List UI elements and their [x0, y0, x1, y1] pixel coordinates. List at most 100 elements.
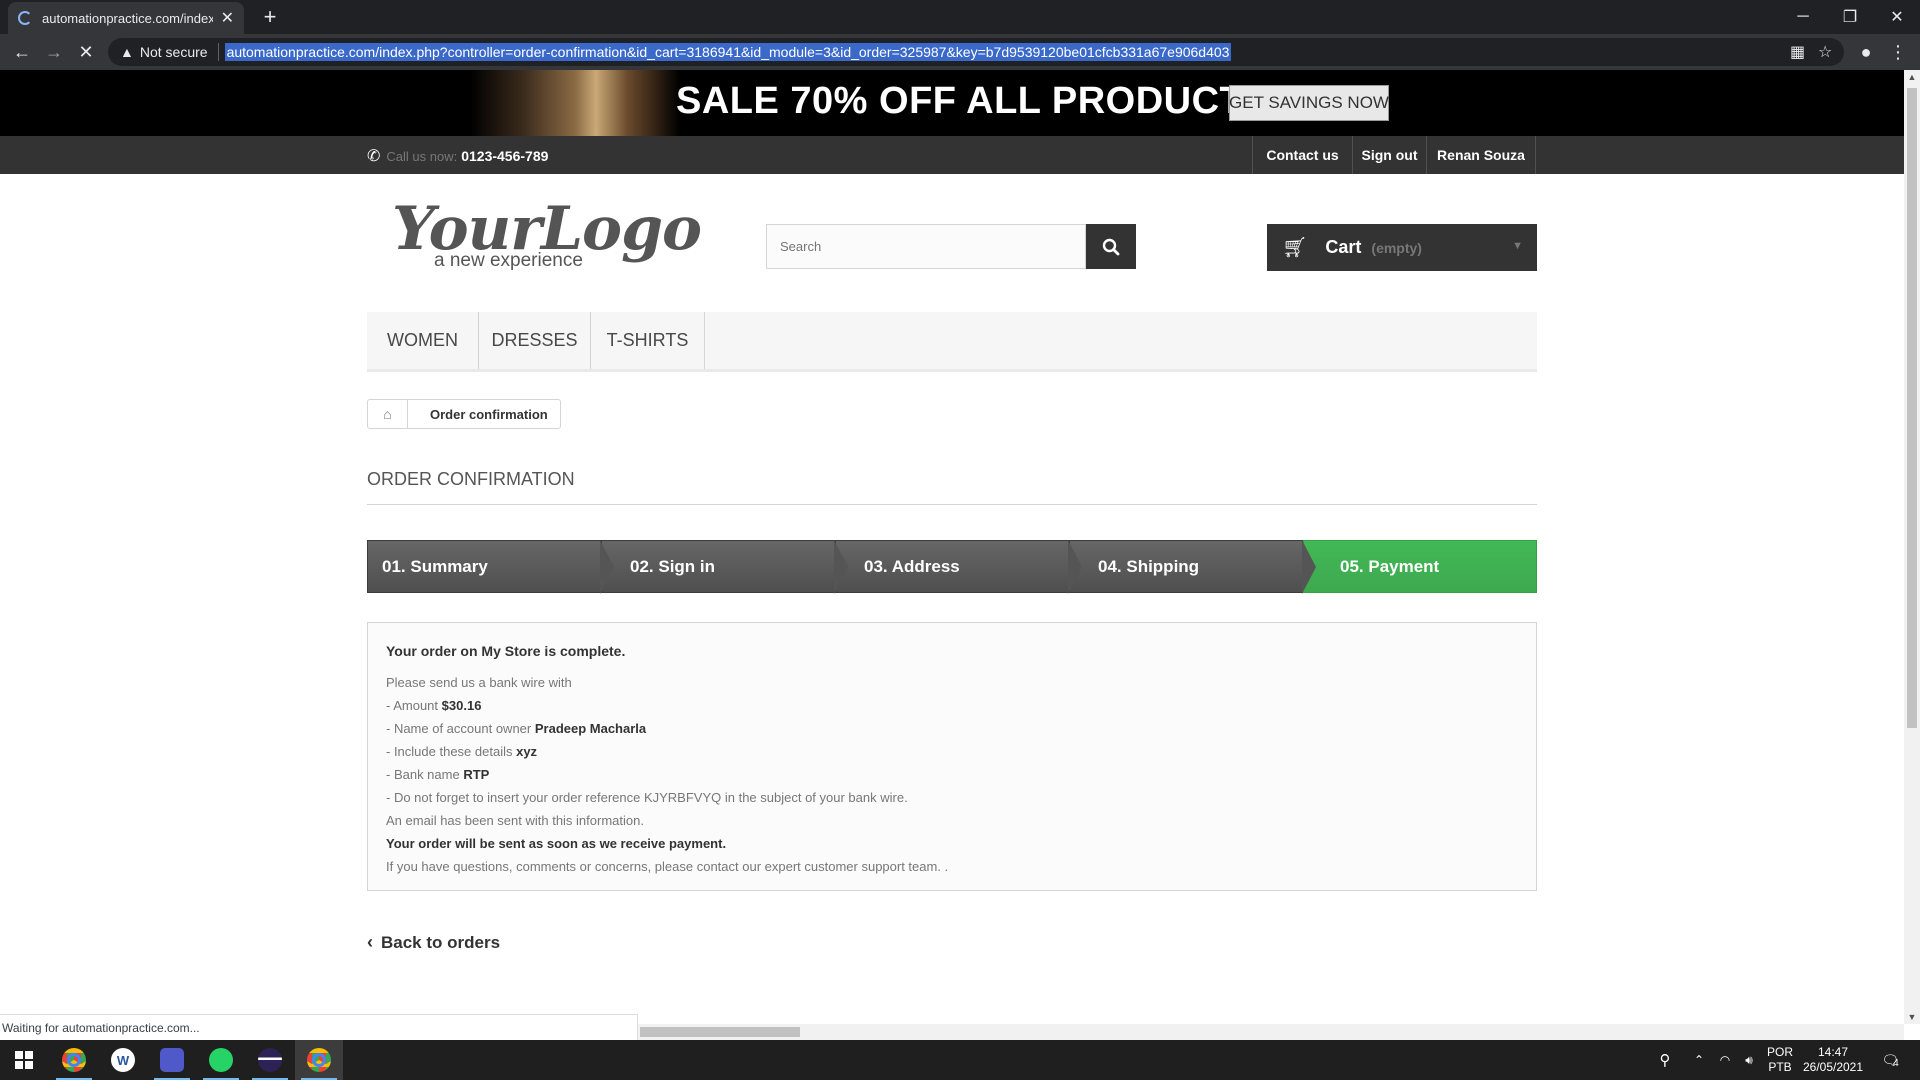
status-bubble: Waiting for automationpractice.com... — [0, 1014, 638, 1040]
reference-note: - Do not forget to insert your order ref… — [386, 790, 908, 805]
minimize-icon[interactable]: ─ — [1780, 0, 1826, 34]
eclipse-taskbar-icon[interactable] — [246, 1040, 294, 1080]
cart-state: (empty) — [1371, 239, 1422, 256]
close-window-icon[interactable]: ✕ — [1874, 0, 1920, 34]
step-label: 01. Summary — [382, 556, 488, 576]
step-shipping[interactable]: 04. Shipping — [1069, 540, 1316, 594]
bank-value: RTP — [463, 767, 490, 782]
store-logo[interactable]: YourLogo a new experience — [392, 194, 702, 284]
teams-taskbar-icon[interactable] — [148, 1040, 196, 1080]
owner-line: - Name of account owner Pradeep Macharla — [386, 717, 1518, 740]
search-box — [766, 224, 1086, 269]
amount-label: - Amount — [386, 698, 439, 713]
whatsapp-icon — [209, 1048, 233, 1072]
restore-icon[interactable]: ❐ — [1827, 0, 1873, 34]
windows-taskbar: W ⚲ ⌃ ◠ 🔊︎ POR PTB 14:47 26/05/2021 🗨︎ 4 — [0, 1040, 1920, 1080]
chrome-icon — [62, 1048, 86, 1072]
menu-item-dresses[interactable]: DRESSES — [479, 312, 591, 369]
browser-menu-icon[interactable]: ⋮ — [1886, 40, 1910, 64]
keyboard-layout: PTB — [1768, 1060, 1792, 1074]
step-arrow — [1068, 540, 1082, 594]
chrome-taskbar-icon[interactable] — [50, 1040, 98, 1080]
step-label: 04. Shipping — [1098, 556, 1200, 576]
sign-out-link[interactable]: Sign out — [1352, 136, 1426, 174]
details-line: - Include these details xyz — [386, 740, 1518, 763]
scroll-down-icon[interactable]: ▼ — [1904, 1012, 1920, 1022]
owner-label: - Name of account owner — [386, 721, 532, 736]
browser-toolbar: ← → ✕ ▲ Not secure automationpractice.co… — [0, 34, 1920, 70]
breadcrumb: ⌂ Order confirmation — [367, 399, 561, 429]
bookmark-star-icon[interactable]: ☆ — [1818, 42, 1832, 62]
step-sign-in[interactable]: 02. Sign in — [601, 540, 848, 594]
vertical-scrollbar[interactable]: ▲ ▼ — [1904, 70, 1920, 1024]
step-arrow — [1302, 540, 1316, 594]
bank-label: - Bank name — [386, 767, 460, 782]
scroll-up-icon[interactable]: ▲ — [1904, 72, 1920, 82]
word-taskbar-icon[interactable]: W — [99, 1040, 147, 1080]
notification-count: 4 — [1893, 1057, 1899, 1069]
address-bar[interactable]: ▲ Not secure automationpractice.com/inde… — [108, 38, 1844, 66]
new-tab-button[interactable]: + — [258, 4, 282, 30]
get-savings-button[interactable]: GET SAVINGS NOW — [1229, 85, 1389, 121]
teams-icon — [160, 1048, 184, 1072]
volume-icon[interactable]: 🔊︎ — [1736, 1040, 1762, 1080]
main-menu: WOMEN DRESSES T-SHIRTS — [367, 312, 1537, 372]
chrome-icon — [307, 1048, 331, 1072]
chevron-left-icon: ‹ — [367, 932, 373, 952]
back-icon[interactable]: ← — [10, 40, 34, 64]
menu-item-women[interactable]: WOMEN — [367, 312, 479, 369]
amount-value: $30.16 — [441, 698, 482, 713]
step-payment[interactable]: 05. Payment — [1303, 540, 1537, 593]
warning-icon: ▲ — [120, 44, 134, 60]
chrome-active-taskbar-icon[interactable] — [295, 1040, 343, 1080]
omnibox-divider — [217, 43, 219, 61]
account-link[interactable]: Renan Souza — [1426, 136, 1536, 174]
not-secure-label[interactable]: Not secure — [140, 44, 208, 60]
back-to-orders-link[interactable]: ‹ Back to orders — [367, 932, 500, 953]
step-label: 02. Sign in — [630, 556, 716, 576]
home-icon[interactable]: ⌂ — [368, 400, 408, 428]
windows-start-icon[interactable] — [0, 1040, 48, 1080]
details-label: - Include these details — [386, 744, 513, 759]
loading-spinner-icon — [18, 11, 32, 25]
notification-center-icon[interactable]: 🗨︎ 4 — [1870, 1040, 1910, 1080]
profile-icon[interactable]: ● — [1854, 40, 1878, 64]
url-text[interactable]: automationpractice.com/index.php?control… — [224, 43, 1232, 61]
email-sent-note: An email has been sent with this informa… — [386, 813, 644, 828]
forward-icon[interactable]: → — [42, 40, 66, 64]
close-tab-icon[interactable]: ✕ — [221, 8, 234, 28]
page-viewport: SALE 70% OFF ALL PRODUCTS GET SAVINGS NO… — [0, 70, 1904, 1024]
logo-tagline: a new experience — [434, 250, 583, 271]
step-label: 03. Address — [864, 556, 960, 576]
owner-value: Pradeep Macharla — [534, 721, 647, 736]
search-input[interactable] — [767, 225, 1085, 268]
bank-line: - Bank name RTP — [386, 763, 1518, 786]
windows-logo-icon — [15, 1051, 33, 1069]
shipping-note: Your order will be sent as soon as we re… — [386, 836, 727, 851]
menu-item-tshirts[interactable]: T-SHIRTS — [591, 312, 705, 369]
clock[interactable]: 14:47 26/05/2021 — [1800, 1040, 1866, 1080]
horizontal-scrollbar-thumb[interactable] — [640, 1027, 800, 1037]
whatsapp-taskbar-icon[interactable] — [197, 1040, 245, 1080]
cart-button[interactable]: 🛒︎ Cart (empty) ▼ — [1267, 224, 1537, 271]
support-note[interactable]: If you have questions, comments or conce… — [386, 855, 1518, 878]
eclipse-icon — [258, 1048, 282, 1072]
top-nav-bar: ✆ Call us now: 0123-456-789 Contact us S… — [0, 136, 1904, 174]
step-arrow — [834, 540, 848, 594]
chevron-up-icon[interactable]: ⌃ — [1686, 1040, 1712, 1080]
step-summary[interactable]: 01. Summary — [367, 540, 614, 594]
step-address[interactable]: 03. Address — [835, 540, 1082, 594]
scrollbar-thumb[interactable] — [1907, 88, 1917, 728]
stop-loading-icon[interactable]: ✕ — [74, 40, 98, 64]
tab-title: automationpractice.com/index.php — [42, 10, 213, 26]
search-button[interactable] — [1086, 224, 1136, 269]
network-icon[interactable]: ◠ — [1712, 1040, 1738, 1080]
amount-line: - Amount $30.16 — [386, 694, 1518, 717]
language-indicator[interactable]: POR PTB — [1762, 1040, 1798, 1080]
promo-banner[interactable]: SALE 70% OFF ALL PRODUCTS GET SAVINGS NO… — [0, 70, 1904, 136]
contact-us-link[interactable]: Contact us — [1252, 136, 1352, 174]
qr-code-icon[interactable]: ▦ — [1790, 42, 1805, 62]
people-icon[interactable]: ⚲ — [1650, 1040, 1680, 1080]
browser-tab[interactable]: automationpractice.com/index.php ✕ — [8, 2, 244, 34]
language-code: POR — [1766, 1045, 1793, 1059]
